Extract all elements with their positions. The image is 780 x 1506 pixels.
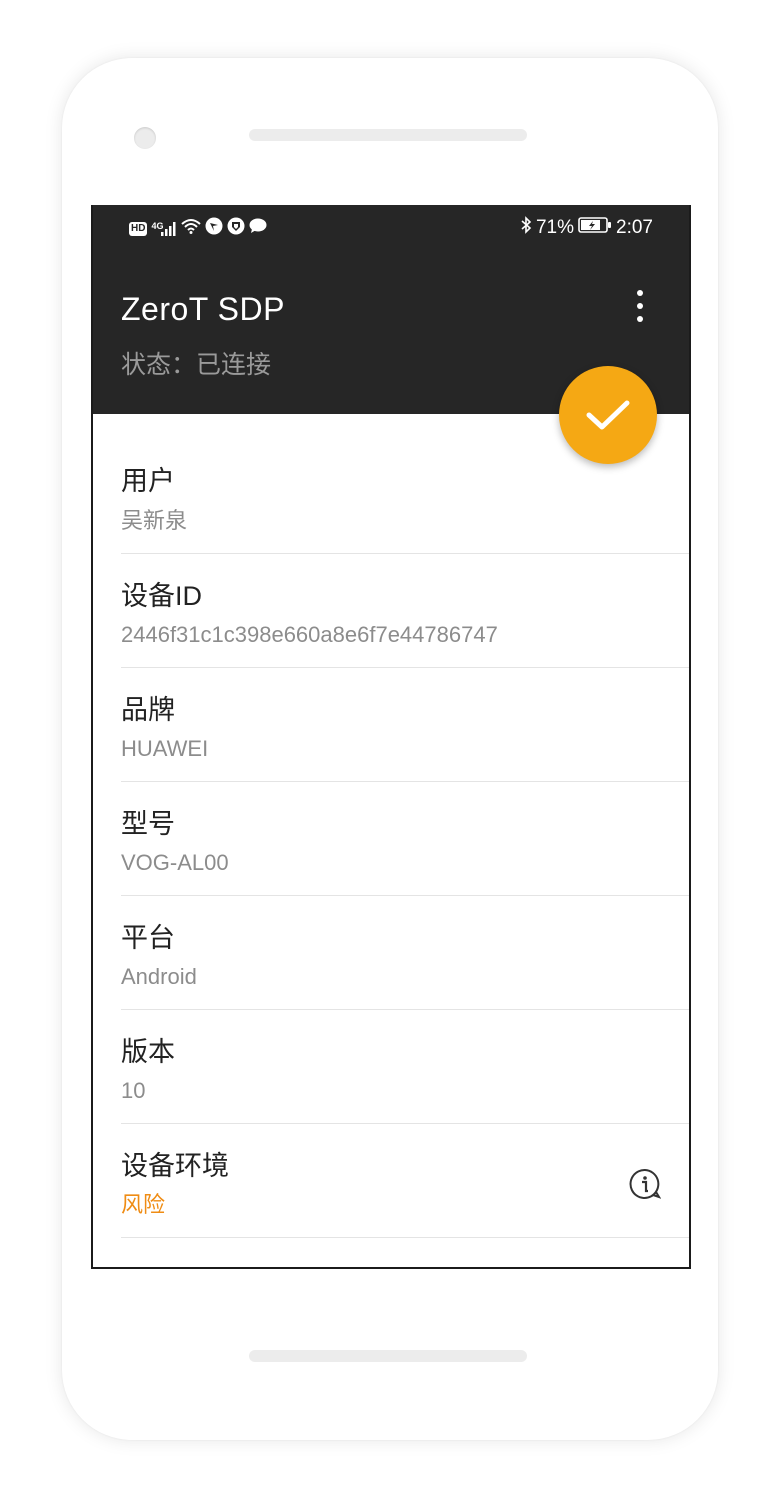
status-bar-left: HD 4G <box>129 217 267 240</box>
app-screen: HD 4G 71% 2:07 ZeroT SDP 状态：已连接 用户 吴新泉 设… <box>91 205 691 1269</box>
battery-percentage: 71% <box>535 217 575 238</box>
signal-4g-icon: 4G <box>151 220 177 236</box>
home-bar <box>249 1350 527 1362</box>
device-environment-label: 设备环境 <box>121 1151 229 1181</box>
app-notification-icon <box>205 217 223 240</box>
version-value: 10 <box>121 1078 146 1103</box>
check-icon <box>586 400 630 430</box>
device-environment-value: 风险 <box>121 1192 166 1217</box>
list-item-brand: 品牌 HUAWEI <box>121 668 689 782</box>
network-label: 4G <box>151 220 164 231</box>
user-value: 吴新泉 <box>121 508 188 533</box>
front-camera <box>134 127 156 149</box>
list-item-version: 版本 10 <box>121 1010 689 1124</box>
list-item-device-id: 设备ID 2446f31c1c398e660a8e6f7e44786747 <box>121 554 689 668</box>
brand-label: 品牌 <box>121 695 175 725</box>
model-value: VOG-AL00 <box>121 850 229 875</box>
status-bar: HD 4G 71% 2:07 <box>93 205 689 253</box>
connected-check-button[interactable] <box>559 366 657 464</box>
clock: 2:07 <box>616 217 653 238</box>
list-item-platform: 平台 Android <box>121 896 689 1010</box>
user-label: 用户 <box>121 466 175 496</box>
list-item-device-environment[interactable]: 设备环境 风险 <box>121 1124 689 1238</box>
wifi-icon <box>181 218 202 239</box>
device-id-value: 2446f31c1c398e660a8e6f7e44786747 <box>121 622 498 647</box>
hd-icon: HD <box>129 221 148 236</box>
earpiece-speaker <box>249 129 527 141</box>
more-vert-icon[interactable] <box>615 283 665 329</box>
app-title: ZeroT SDP <box>121 291 285 327</box>
battery-icon <box>578 216 612 240</box>
info-icon[interactable] <box>629 1168 662 1200</box>
model-label: 型号 <box>121 809 175 839</box>
platform-value: Android <box>121 964 197 989</box>
device-id-label: 设备ID <box>121 581 202 611</box>
device-info-list: 用户 吴新泉 设备ID 2446f31c1c398e660a8e6f7e4478… <box>93 414 689 1238</box>
bluetooth-icon <box>520 216 532 240</box>
version-label: 版本 <box>121 1037 175 1067</box>
shield-notification-icon <box>227 217 245 240</box>
status-bar-right: 71% 2:07 <box>520 216 653 240</box>
message-icon <box>249 218 267 239</box>
platform-label: 平台 <box>121 923 175 953</box>
list-item-model: 型号 VOG-AL00 <box>121 782 689 896</box>
brand-value: HUAWEI <box>121 736 209 761</box>
connection-status: 状态：已连接 <box>121 351 272 379</box>
